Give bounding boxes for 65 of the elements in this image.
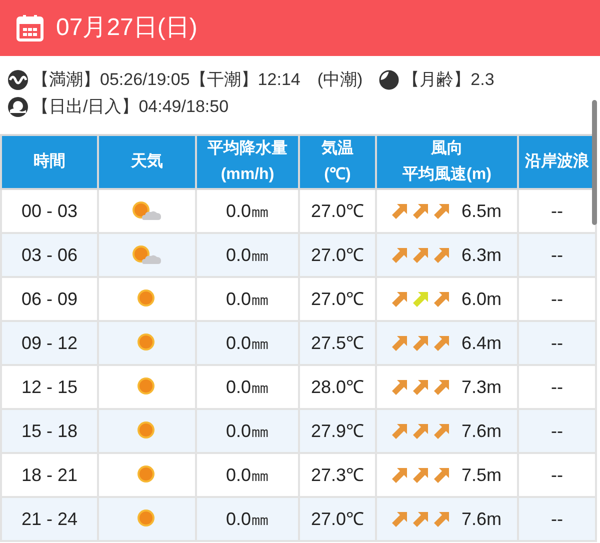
tide-info: 【満潮】05:26/19:05【干潮】12:14 (中潮) [32, 69, 363, 91]
rain-cell: 0.0㎜ [196, 497, 299, 541]
rain-cell: 0.0㎜ [196, 453, 299, 497]
time-cell: 09 - 12 [1, 321, 98, 365]
wave-cell: -- [518, 233, 596, 277]
temperature-cell: 27.3℃ [299, 453, 376, 497]
wave-cell: -- [518, 497, 596, 541]
wave-cell: -- [518, 189, 596, 233]
temperature-cell: 27.0℃ [299, 189, 376, 233]
wind-speed: 7.5m [461, 464, 502, 486]
rain-cell: 0.0㎜ [196, 409, 299, 453]
column-header: 平均風速(m) [402, 164, 492, 185]
moon-icon [378, 70, 399, 90]
date-title: 07月27日(日) [56, 13, 198, 43]
sun-info: 【日出/日入】04:49/18:50 [32, 96, 229, 118]
temperature-cell: 27.9℃ [299, 409, 376, 453]
wind-speed: 6.3m [461, 244, 502, 266]
wind-speed: 6.0m [461, 288, 502, 310]
wave-icon [8, 70, 28, 90]
sun-icon [137, 333, 157, 353]
temperature-cell: 27.0℃ [299, 233, 376, 277]
column-header: 時間 [32, 152, 66, 172]
wind-speed: 7.6m [461, 420, 502, 442]
moon-age: 【月齢】2.3 [402, 69, 494, 91]
column-header: (℃) [323, 165, 352, 185]
wind-speed: 6.5m [461, 200, 502, 222]
rain-cell: 0.0㎜ [196, 277, 299, 321]
wave-cell: -- [518, 365, 596, 409]
sun-icon [137, 465, 157, 485]
sun-icon [137, 377, 157, 397]
time-cell: 03 - 06 [1, 233, 98, 277]
sun-cloud-icon [132, 245, 162, 265]
rain-cell: 0.0㎜ [196, 321, 299, 365]
time-cell: 15 - 18 [1, 409, 98, 453]
temperature-cell: 28.0℃ [299, 365, 376, 409]
wave-cell: -- [518, 453, 596, 497]
wave-cell: -- [518, 409, 596, 453]
time-cell: 18 - 21 [1, 453, 98, 497]
sun-icon [137, 421, 157, 441]
temperature-cell: 27.5℃ [299, 321, 376, 365]
column-header: 気温 [320, 138, 354, 159]
calendar-icon [16, 14, 44, 42]
time-cell: 12 - 15 [1, 365, 98, 409]
rain-cell: 0.0㎜ [196, 189, 299, 233]
column-header: (mm/h) [220, 165, 276, 185]
wave-cell: -- [518, 321, 596, 365]
column-header: 天気 [130, 152, 164, 172]
column-header: 沿岸波浪 [524, 151, 590, 172]
sun-icon [137, 289, 157, 309]
wave-cell: -- [518, 277, 596, 321]
sun-icon [137, 509, 157, 529]
rain-cell: 0.0㎜ [196, 233, 299, 277]
rain-cell: 0.0㎜ [196, 365, 299, 409]
temperature-cell: 27.0℃ [299, 277, 376, 321]
column-header: 平均降水量 [206, 138, 288, 159]
sun-cloud-icon [132, 201, 162, 221]
wind-speed: 7.3m [461, 376, 502, 398]
time-cell: 21 - 24 [1, 497, 98, 541]
column-header: 風向 [430, 138, 464, 159]
temperature-cell: 27.0℃ [299, 497, 376, 541]
wind-speed: 6.4m [461, 332, 502, 354]
wind-speed: 7.6m [461, 508, 502, 530]
sunrise-icon [8, 96, 28, 116]
time-cell: 06 - 09 [1, 277, 98, 321]
time-cell: 00 - 03 [1, 189, 98, 233]
